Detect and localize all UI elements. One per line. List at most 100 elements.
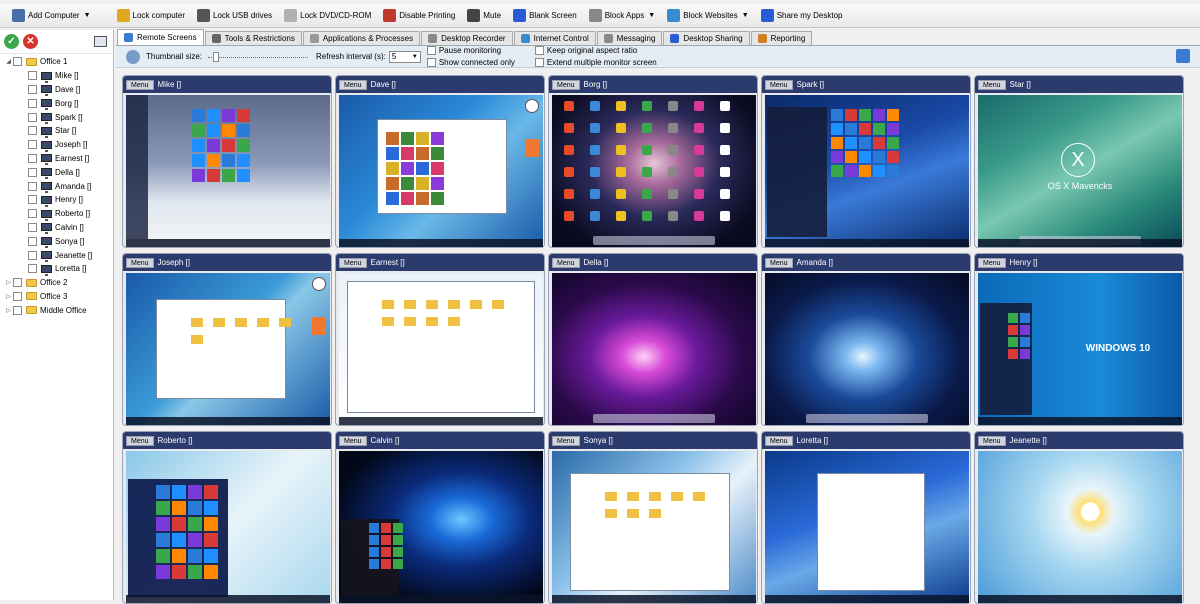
- check-icon[interactable]: ✓: [4, 34, 19, 49]
- tile-menu-button[interactable]: Menu: [978, 257, 1006, 268]
- remote-screen-tile[interactable]: Menu Roberto []: [122, 431, 332, 604]
- desktop-thumbnail[interactable]: [126, 273, 330, 425]
- desktop-thumbnail[interactable]: [765, 451, 969, 603]
- desktop-thumbnail[interactable]: [339, 95, 543, 247]
- expand-icon[interactable]: ▷: [4, 279, 13, 286]
- tree-checkbox[interactable]: [28, 167, 37, 177]
- edit-list-icon[interactable]: [94, 36, 107, 47]
- tree-node-office-1[interactable]: ◢ Office 1: [0, 55, 113, 69]
- fullscreen-icon[interactable]: [1176, 49, 1190, 63]
- desktop-thumbnail[interactable]: [339, 273, 543, 425]
- tile-menu-button[interactable]: Menu: [126, 435, 154, 446]
- remote-screen-tile[interactable]: Menu Henry [] WINDOWS 10: [974, 253, 1184, 426]
- show-connected-only-checkbox[interactable]: Show connected only: [426, 57, 515, 68]
- remote-screen-tile[interactable]: Menu Loretta []: [761, 431, 971, 604]
- desktop-thumbnail[interactable]: [978, 451, 1182, 603]
- tile-menu-button[interactable]: Menu: [339, 435, 367, 446]
- tree-checkbox[interactable]: [28, 250, 37, 260]
- remote-screen-tile[interactable]: Menu Della []: [548, 253, 758, 426]
- tree-checkbox[interactable]: [13, 305, 22, 315]
- share-my-desktop-button[interactable]: Share my Desktop: [757, 6, 847, 26]
- tree-node-middle-office[interactable]: ▷ Middle Office: [0, 303, 113, 317]
- block-websites-button[interactable]: Block Websites ▼: [663, 6, 752, 26]
- tab-remote-screens[interactable]: Remote Screens: [117, 29, 204, 45]
- tree-computer-item[interactable]: Jeanette []: [0, 248, 113, 263]
- collapse-icon[interactable]: ◢: [4, 58, 13, 65]
- mute-button[interactable]: Mute: [463, 6, 505, 26]
- refresh-interval-select[interactable]: 5 ▼: [388, 50, 421, 63]
- tile-menu-button[interactable]: Menu: [978, 435, 1006, 446]
- tree-computer-item[interactable]: Sonya []: [0, 234, 113, 249]
- expand-icon[interactable]: ▷: [4, 307, 13, 314]
- tree-checkbox[interactable]: [28, 71, 37, 81]
- remote-screen-tile[interactable]: Menu Calvin []: [335, 431, 545, 604]
- keep-aspect-ratio-checkbox[interactable]: Keep original aspect ratio: [534, 45, 657, 56]
- tree-checkbox[interactable]: [28, 195, 37, 205]
- expand-icon[interactable]: ▷: [4, 293, 13, 300]
- pause-monitoring-checkbox[interactable]: Pause monitoring: [426, 45, 515, 56]
- desktop-thumbnail[interactable]: [126, 451, 330, 603]
- tile-menu-button[interactable]: Menu: [765, 435, 793, 446]
- blank-screen-button[interactable]: Blank Screen: [509, 6, 581, 26]
- lock-dvd-cd-rom-button[interactable]: Lock DVD/CD-ROM: [280, 6, 375, 26]
- tree-checkbox[interactable]: [28, 209, 37, 219]
- tab-desktop-recorder[interactable]: Desktop Recorder: [421, 31, 513, 45]
- tab-desktop-sharing[interactable]: Desktop Sharing: [663, 31, 750, 45]
- tree-computer-item[interactable]: Henry []: [0, 193, 113, 207]
- cancel-icon[interactable]: ✕: [23, 34, 38, 49]
- remote-screen-tile[interactable]: Menu Borg []: [548, 75, 758, 248]
- remote-screen-tile[interactable]: Menu Amanda []: [761, 253, 971, 426]
- desktop-thumbnail[interactable]: [552, 451, 756, 603]
- tree-checkbox[interactable]: [28, 181, 37, 191]
- tree-checkbox[interactable]: [28, 112, 37, 122]
- remote-screen-tile[interactable]: Menu Dave []: [335, 75, 545, 248]
- refresh-screens-icon[interactable]: [126, 49, 140, 64]
- tree-checkbox[interactable]: [28, 236, 37, 246]
- tree-checkbox[interactable]: [13, 278, 22, 288]
- tree-checkbox[interactable]: [13, 291, 22, 301]
- tree-computer-item[interactable]: Mike []: [0, 69, 113, 83]
- tile-menu-button[interactable]: Menu: [126, 257, 154, 268]
- extend-multiple-monitor-checkbox[interactable]: Extend multiple monitor screen: [534, 57, 657, 68]
- tree-computer-item[interactable]: Della []: [0, 165, 113, 180]
- tree-computer-item[interactable]: Earnest []: [0, 152, 113, 166]
- desktop-thumbnail[interactable]: X OS X Mavericks: [978, 95, 1182, 247]
- remote-screen-tile[interactable]: Menu Spark []: [761, 75, 971, 248]
- tab-reporting[interactable]: Reporting: [750, 31, 813, 45]
- remote-screen-tile[interactable]: Menu Joseph []: [122, 253, 332, 426]
- tab-internet-control[interactable]: Internet Control: [513, 31, 596, 45]
- desktop-thumbnail[interactable]: [765, 273, 969, 425]
- tree-computer-item[interactable]: Loretta []: [0, 262, 113, 276]
- remote-screen-tile[interactable]: Menu Jeanette []: [974, 431, 1184, 604]
- tree-computer-item[interactable]: Spark []: [0, 110, 113, 125]
- tree-checkbox[interactable]: [28, 140, 37, 150]
- tile-menu-button[interactable]: Menu: [126, 79, 154, 90]
- tree-checkbox[interactable]: [28, 222, 37, 232]
- desktop-thumbnail[interactable]: [552, 273, 756, 425]
- disable-printing-button[interactable]: Disable Printing: [379, 6, 459, 26]
- tree-node-office-3[interactable]: ▷ Office 3: [0, 290, 113, 304]
- tile-menu-button[interactable]: Menu: [552, 435, 580, 446]
- add-computer-button[interactable]: Add Computer ▼: [8, 6, 95, 26]
- block-apps-button[interactable]: Block Apps ▼: [585, 6, 660, 26]
- lock-usb-drives-button[interactable]: Lock USB drives: [193, 6, 276, 26]
- tree-computer-item[interactable]: Calvin []: [0, 221, 113, 235]
- tile-menu-button[interactable]: Menu: [765, 257, 793, 268]
- tree-checkbox[interactable]: [28, 153, 37, 163]
- desktop-thumbnail[interactable]: [765, 95, 969, 247]
- tab-applications-processes[interactable]: Applications & Processes: [302, 31, 421, 45]
- tab-tools-restrictions[interactable]: Tools & Restrictions: [204, 31, 302, 45]
- desktop-thumbnail[interactable]: [552, 95, 756, 247]
- tile-menu-button[interactable]: Menu: [339, 257, 367, 268]
- lock-computer-button[interactable]: Lock computer: [113, 6, 189, 26]
- thumbnail-size-slider[interactable]: [208, 51, 309, 62]
- desktop-thumbnail[interactable]: [126, 95, 330, 247]
- tree-computer-item[interactable]: Amanda []: [0, 179, 113, 194]
- tile-menu-button[interactable]: Menu: [765, 79, 793, 90]
- desktop-thumbnail[interactable]: WINDOWS 10: [978, 273, 1182, 425]
- tree-computer-item[interactable]: Joseph []: [0, 138, 113, 152]
- tile-menu-button[interactable]: Menu: [978, 79, 1006, 90]
- tile-menu-button[interactable]: Menu: [552, 257, 580, 268]
- tree-checkbox[interactable]: [28, 126, 37, 136]
- desktop-thumbnail[interactable]: [339, 451, 543, 603]
